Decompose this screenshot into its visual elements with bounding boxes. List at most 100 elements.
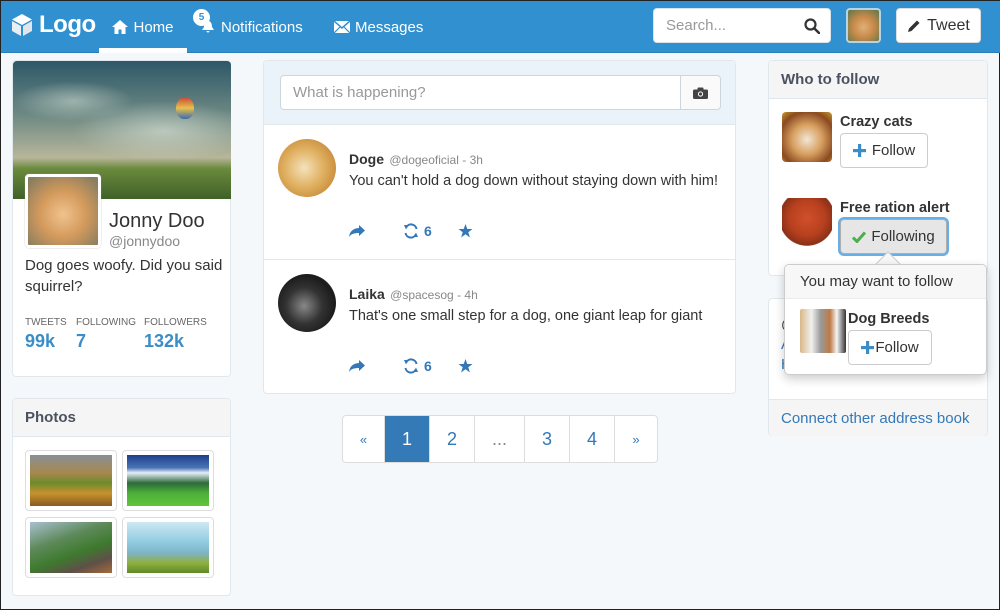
tweet-time: - 3h — [462, 153, 483, 167]
nav-notifications[interactable]: 5 Notifications — [193, 1, 303, 53]
retweet-icon — [404, 358, 418, 374]
star-icon — [458, 359, 473, 373]
tweet-author-name[interactable]: Doge — [349, 151, 384, 167]
page-4[interactable]: 4 — [570, 416, 615, 462]
tweet-header: Laika @spacesog - 4h — [349, 286, 478, 302]
page-prev[interactable]: « — [343, 416, 385, 462]
profile-bio: Dog goes woofy. Did you said squirrel? — [25, 257, 223, 295]
suggestion-avatar[interactable] — [782, 198, 832, 248]
tweet-author-name[interactable]: Laika — [349, 286, 385, 302]
profile-name[interactable]: Jonny Doo — [109, 210, 205, 233]
nav-home[interactable]: Home — [99, 1, 187, 53]
attach-photo-button[interactable] — [680, 76, 720, 109]
favorite-button[interactable] — [458, 359, 473, 373]
connect-address-book-link[interactable]: Connect other address book — [769, 399, 987, 436]
retweet-count: 6 — [424, 358, 432, 374]
user-avatar[interactable] — [846, 8, 881, 43]
page-next[interactable]: » — [615, 416, 657, 462]
photos-panel: Photos — [12, 398, 231, 596]
tweet-feed: Doge @dogeoficial - 3h You can't hold a … — [263, 60, 736, 394]
stat-followers[interactable]: FOLLOWERS 132k — [144, 317, 207, 352]
search-icon[interactable] — [804, 18, 820, 34]
dog-breeds-avatar[interactable] — [800, 309, 846, 353]
retweet-icon — [404, 223, 418, 239]
stat-label: FOLLOWERS — [144, 317, 207, 328]
page-2[interactable]: 2 — [430, 416, 475, 462]
tweet-time: - 4h — [457, 288, 478, 302]
following-button-label: Following — [871, 228, 935, 245]
nav-notifications-label: Notifications — [221, 18, 303, 36]
tweet-header: Doge @dogeoficial - 3h — [349, 151, 483, 167]
tweet-item: Laika @spacesog - 4h That's one small st… — [264, 260, 735, 394]
compose-input[interactable] — [281, 76, 680, 109]
bell-icon — [202, 21, 214, 33]
tweet-item: Doge @dogeoficial - 3h You can't hold a … — [264, 125, 735, 260]
suggestion-name[interactable]: Free ration alert — [840, 200, 950, 216]
tweet-author-handle[interactable]: @dogeoficial — [389, 153, 459, 167]
hot-air-balloon — [176, 97, 194, 119]
stat-value: 132k — [144, 331, 185, 351]
active-tab-indicator — [99, 48, 187, 53]
checkmark-icon — [852, 231, 867, 243]
tweet-button[interactable]: Tweet — [896, 8, 981, 43]
tweet-actions: 6 — [349, 358, 473, 374]
stat-value: 99k — [25, 331, 56, 351]
favorite-button[interactable] — [458, 224, 473, 238]
profile-avatar[interactable] — [25, 174, 101, 248]
logo-text: Logo — [39, 11, 96, 38]
page-3[interactable]: 3 — [525, 416, 570, 462]
pagination: « 1 2 ... 3 4 » — [342, 415, 658, 463]
photo-thumb[interactable] — [25, 450, 117, 511]
search-input[interactable] — [654, 9, 794, 42]
tweet-actions: 6 — [349, 223, 473, 239]
popover-follow-label: Follow — [875, 339, 919, 356]
tweet-text: That's one small step for a dog, one gia… — [349, 308, 703, 324]
tweet-author-handle[interactable]: @spacesog — [390, 288, 454, 302]
nav-home-label: Home — [133, 18, 174, 36]
camera-icon — [693, 87, 708, 99]
page-1[interactable]: 1 — [385, 416, 430, 462]
share-arrow-icon — [349, 360, 365, 372]
top-navbar: Logo Home 5 Notifications Messages Tweet — [1, 1, 1000, 53]
tweet-avatar[interactable] — [278, 139, 336, 197]
suggestion-avatar[interactable] — [782, 112, 832, 162]
who-to-follow-title: Who to follow — [769, 61, 987, 99]
search-box — [653, 8, 831, 43]
cube-logo-icon — [12, 14, 32, 36]
compose-box — [280, 75, 721, 110]
reply-button[interactable] — [349, 225, 365, 237]
plus-icon — [861, 341, 875, 354]
nav-messages-label: Messages — [355, 18, 424, 36]
tweet-avatar[interactable] — [278, 274, 336, 332]
photo-thumb[interactable] — [122, 450, 214, 511]
who-to-follow-panel: Who to follow Crazy cats Follow Free rat… — [768, 60, 988, 276]
following-button[interactable]: Following — [840, 219, 947, 254]
popover-suggestion-name[interactable]: Dog Breeds — [848, 311, 929, 327]
profile-handle[interactable]: @jonnydoo — [109, 233, 180, 249]
suggestion-name[interactable]: Crazy cats — [840, 114, 913, 130]
home-icon — [112, 20, 129, 34]
stat-label: TWEETS — [25, 317, 67, 328]
photo-thumb[interactable] — [25, 517, 117, 578]
photo-thumb[interactable] — [122, 517, 214, 578]
follow-button[interactable]: Follow — [840, 133, 928, 168]
popover-title: You may want to follow — [785, 265, 986, 299]
stat-tweets[interactable]: TWEETS 99k — [25, 317, 67, 352]
page-ellipsis: ... — [475, 416, 525, 462]
nav-messages[interactable]: Messages — [334, 1, 423, 53]
envelope-icon — [334, 21, 350, 33]
pencil-icon — [908, 20, 920, 32]
tweet-text: You can't hold a dog down without stayin… — [349, 173, 718, 189]
popover-follow-button[interactable]: Follow — [848, 330, 932, 365]
photos-title: Photos — [13, 399, 230, 437]
logo[interactable]: Logo — [11, 11, 96, 39]
profile-card: Jonny Doo @jonnydoo Dog goes woofy. Did … — [12, 60, 231, 377]
suggestion-popover: You may want to follow Dog Breeds Follow — [784, 264, 987, 375]
share-arrow-icon — [349, 225, 365, 237]
stat-label: FOLLOWING — [76, 317, 137, 328]
reply-button[interactable] — [349, 360, 365, 372]
stat-following[interactable]: FOLLOWING 7 — [76, 317, 136, 352]
retweet-button[interactable]: 6 — [403, 223, 432, 239]
star-icon — [458, 224, 473, 238]
retweet-button[interactable]: 6 — [403, 358, 432, 374]
